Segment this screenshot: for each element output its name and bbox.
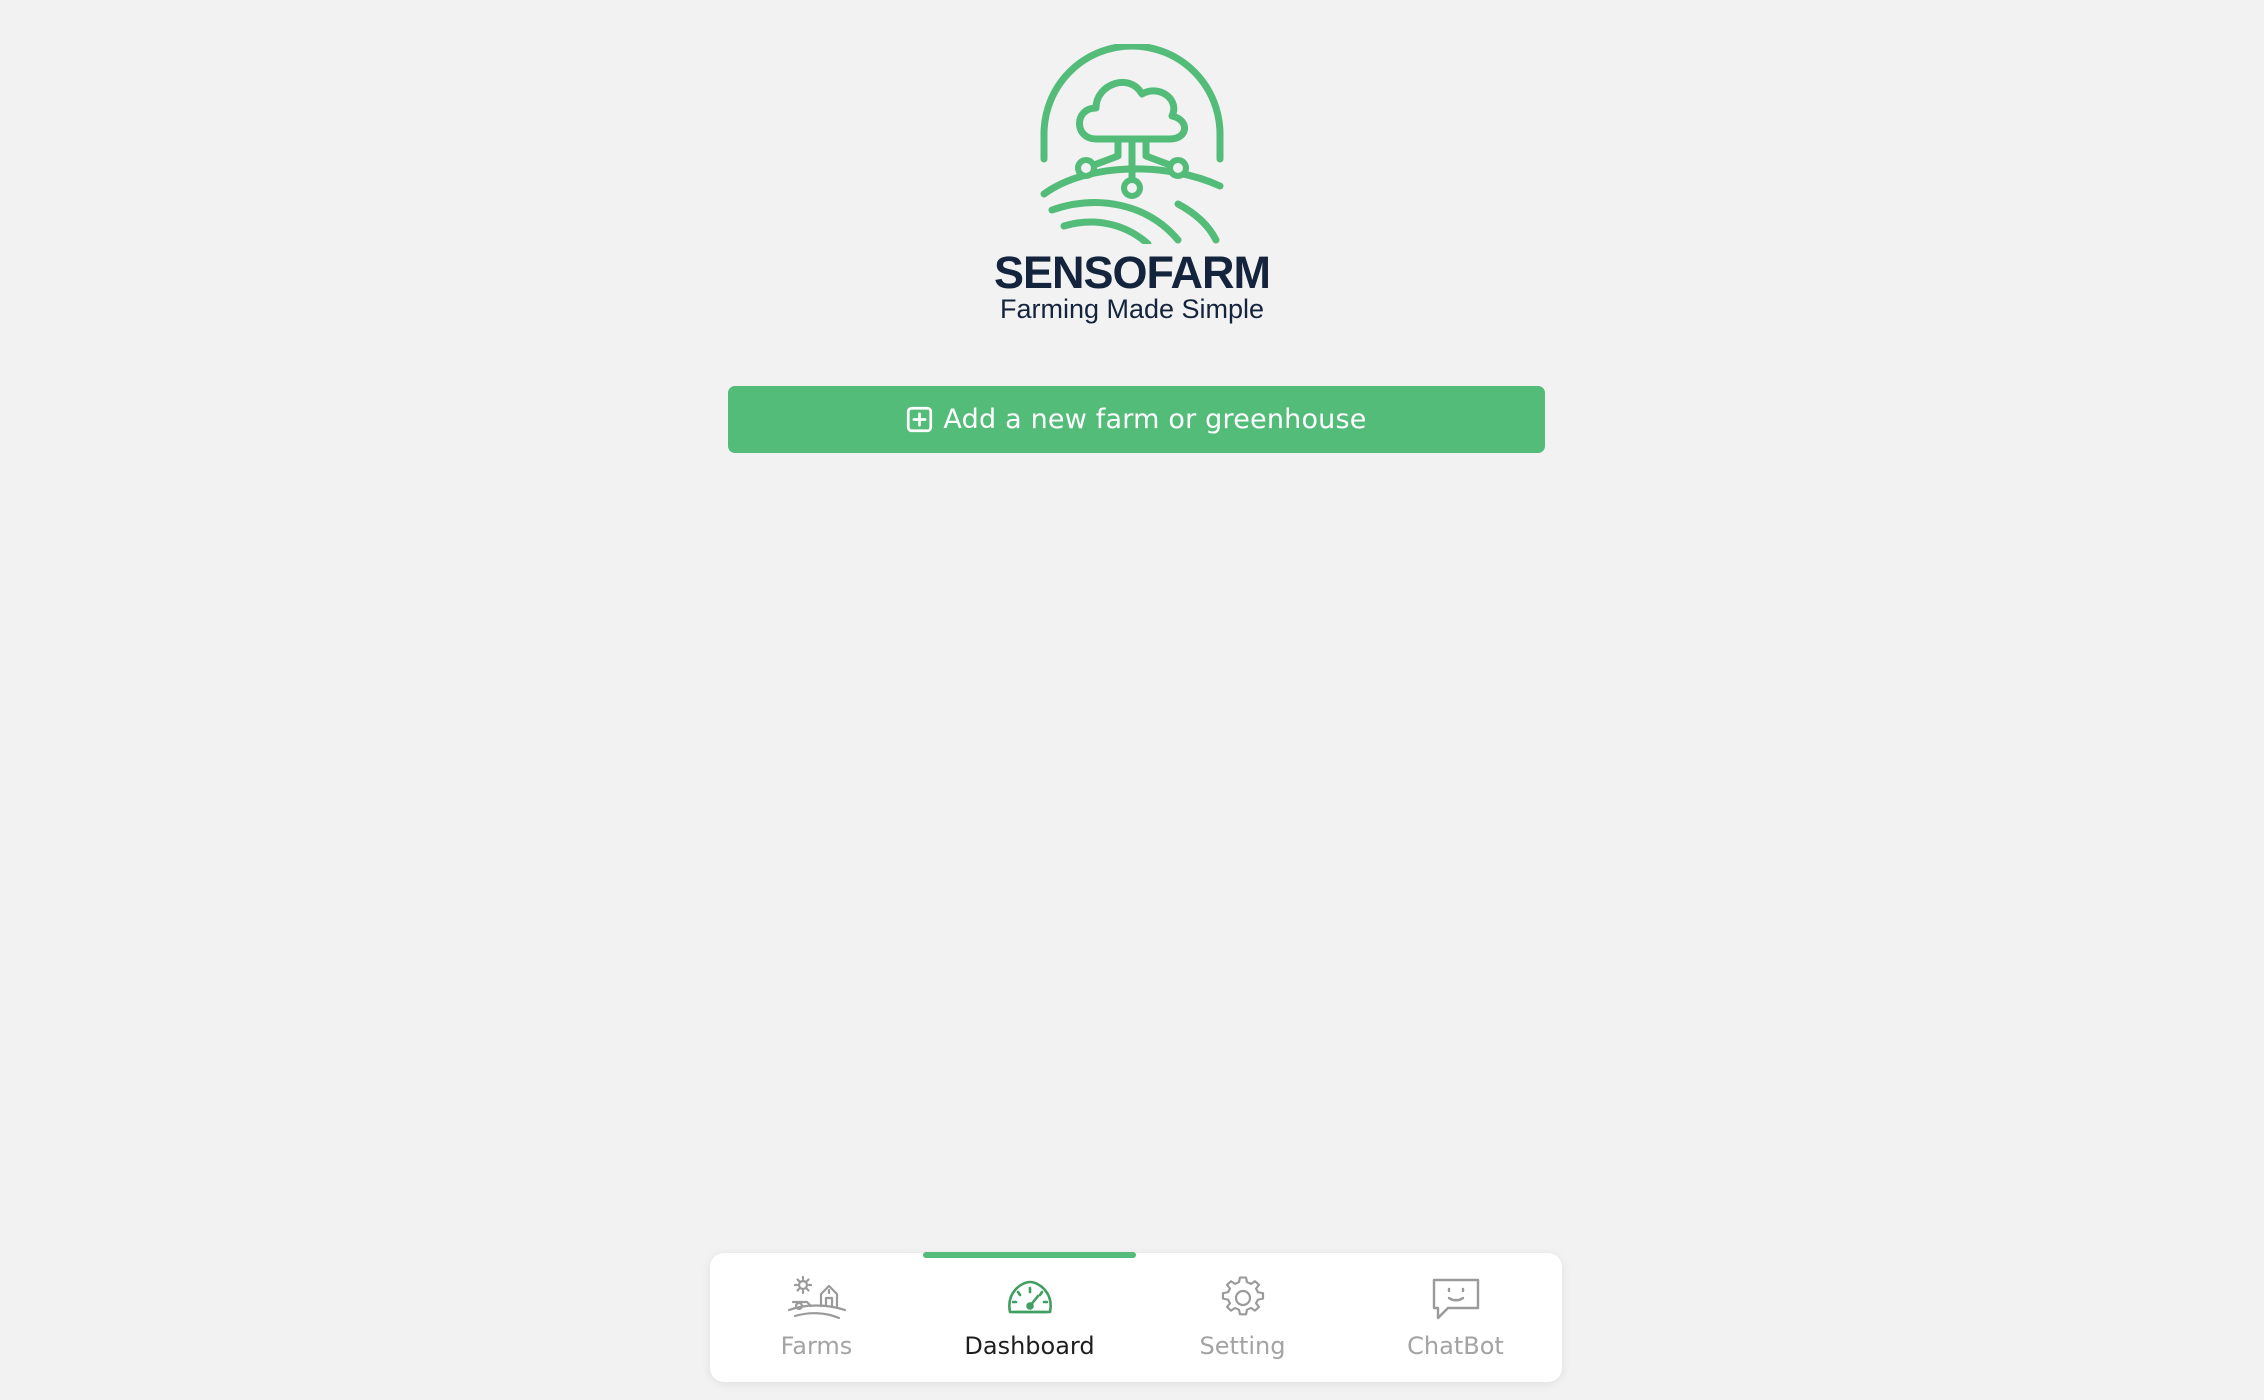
nav-item-setting[interactable]: Setting: [1136, 1253, 1349, 1382]
plus-square-icon: [907, 406, 933, 433]
brand-tagline: Farming Made Simple: [999, 294, 1265, 324]
nav-item-dashboard[interactable]: Dashboard: [923, 1252, 1136, 1382]
dashboard-gauge-icon: [1007, 1280, 1052, 1314]
gear-icon: [1221, 1276, 1264, 1316]
bottom-navigation: Farms Dashboard Setting ChatBot: [710, 1252, 1562, 1382]
nav-item-setting-label: Setting: [1199, 1332, 1286, 1360]
app-root: SENSOFARM Farming Made Simple Add a new …: [0, 0, 2264, 1400]
brand-name: SENSOFARM: [993, 247, 1271, 298]
add-farm-button-label: Add a new farm or greenhouse: [943, 404, 1367, 435]
nav-item-chatbot-label: ChatBot: [1407, 1332, 1504, 1360]
add-farm-button[interactable]: Add a new farm or greenhouse: [728, 386, 1545, 453]
active-tab-indicator: [923, 1252, 1136, 1258]
logo-mark-icon: [1040, 44, 1224, 244]
chat-bubble-icon: [1432, 1278, 1479, 1320]
nav-item-farms[interactable]: Farms: [710, 1253, 923, 1382]
sensofarm-logo: SENSOFARM Farming Made Simple: [982, 44, 1282, 334]
nav-item-farms-label: Farms: [780, 1332, 853, 1360]
nav-item-dashboard-label: Dashboard: [964, 1332, 1095, 1360]
farm-icon: [787, 1276, 846, 1320]
nav-item-chatbot[interactable]: ChatBot: [1349, 1253, 1562, 1382]
